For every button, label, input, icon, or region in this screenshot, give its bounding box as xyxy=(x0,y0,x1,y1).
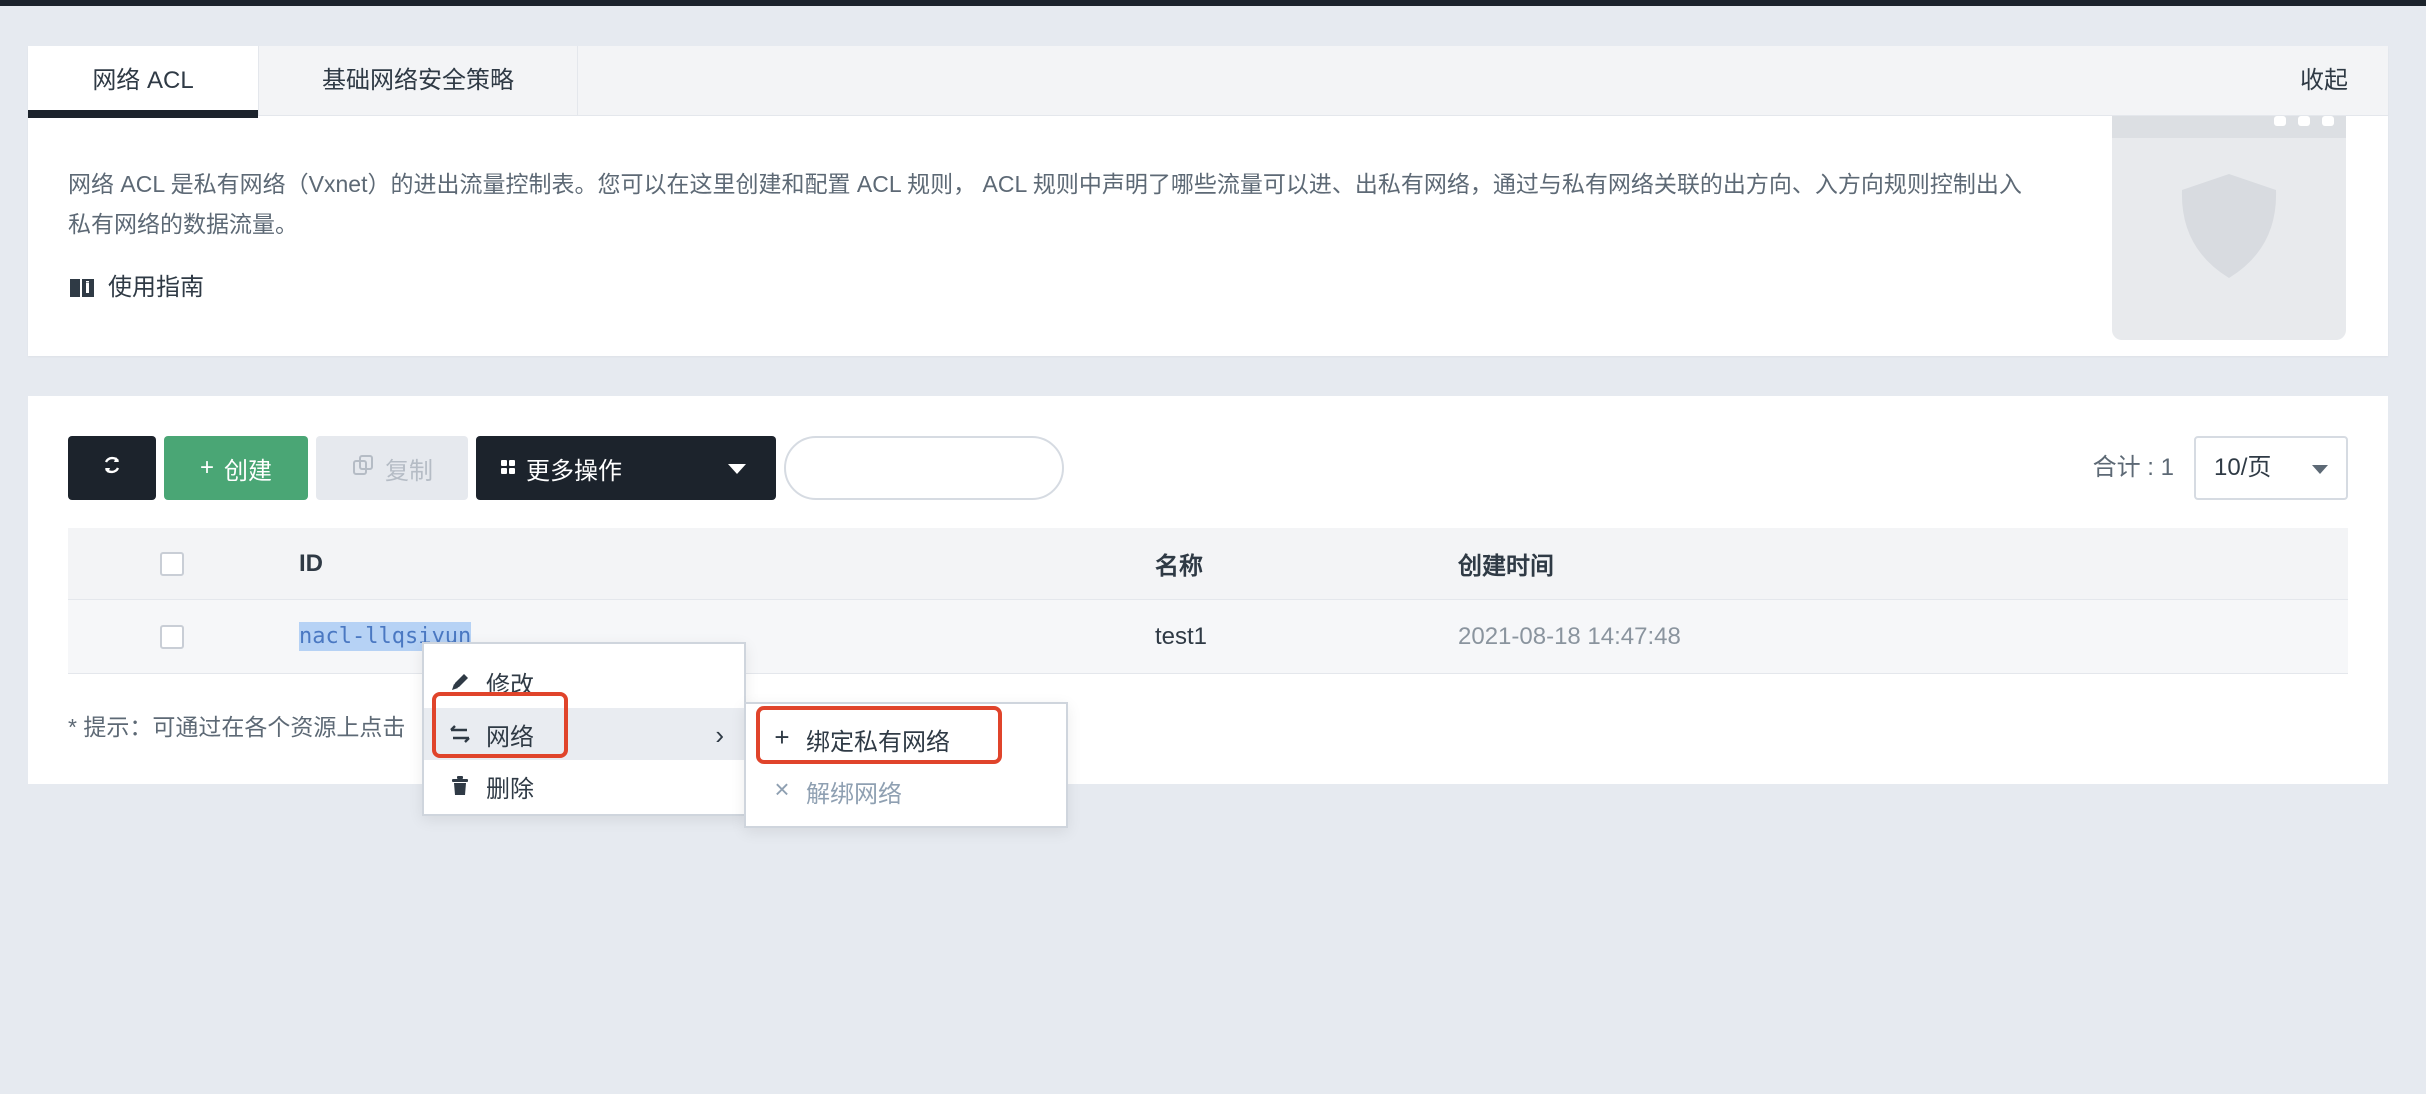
table-row[interactable]: nacl-llqsiyun test1 2021-08-18 14:47:48 xyxy=(68,600,2348,674)
usage-guide-label: 使用指南 xyxy=(108,274,204,301)
menu-item-delete[interactable]: 删除 xyxy=(424,760,744,812)
acl-list-panel: + 创建 复制 更多操作 合计 : 1 10/页 ID 名称 创建时间 nacl… xyxy=(28,396,2388,784)
column-header-created[interactable]: 创建时间 xyxy=(1458,528,1554,599)
chevron-right-icon: › xyxy=(715,720,724,750)
menu-item-edit[interactable]: 修改 xyxy=(424,656,744,708)
intro-description: 网络 ACL 是私有网络（Vxnet）的进出流量控制表。您可以在这里创建和配置 … xyxy=(68,171,2022,237)
x-icon: × xyxy=(774,774,790,804)
search-input[interactable] xyxy=(784,436,1064,500)
page-size-select[interactable]: 10/页 xyxy=(2194,436,2348,500)
menu-item-label: 修改 xyxy=(486,671,534,699)
row-select-cell xyxy=(160,600,184,673)
collapse-link[interactable]: 收起 xyxy=(2300,46,2348,116)
swap-icon xyxy=(448,722,472,746)
acl-table: ID 名称 创建时间 nacl-llqsiyun test1 2021-08-1… xyxy=(68,528,2348,674)
tab-network-acl[interactable]: 网络 ACL xyxy=(28,46,258,118)
chevron-down-icon xyxy=(728,464,746,474)
submenu-item-label: 绑定私有网络 xyxy=(806,728,950,756)
hint-text: * 提示：可通过在各个资源上点击 xyxy=(68,714,406,740)
shield-window-illustration xyxy=(2112,116,2346,340)
select-all-cell xyxy=(160,528,184,599)
create-button[interactable]: + 创建 xyxy=(164,436,308,500)
menu-item-label: 网络 xyxy=(486,723,534,751)
total-count: 合计 : 1 xyxy=(2092,454,2174,481)
select-all-checkbox[interactable] xyxy=(160,551,184,576)
copy-label: 复制 xyxy=(385,457,433,485)
network-submenu: + 绑定私有网络 × 解绑网络 xyxy=(744,702,1068,828)
more-actions-dropdown[interactable]: 更多操作 xyxy=(476,436,776,500)
submenu-item-bind-vxnet[interactable]: + 绑定私有网络 xyxy=(746,714,1066,764)
table-header: ID 名称 创建时间 xyxy=(68,528,2348,600)
more-actions-label: 更多操作 xyxy=(526,457,622,485)
row-checkbox[interactable] xyxy=(160,624,184,649)
page-size-value: 10/页 xyxy=(2214,454,2272,481)
top-bar xyxy=(0,0,2426,6)
copy-button[interactable]: 复制 xyxy=(316,436,468,500)
column-header-name[interactable]: 名称 xyxy=(1155,528,1203,599)
intro-panel: 网络 ACL 基础网络安全策略 收起 网络 ACL 是私有网络（Vxnet）的进… xyxy=(28,46,2388,356)
copy-icon xyxy=(351,453,375,484)
row-created-time: 2021-08-18 14:47:48 xyxy=(1458,622,1681,650)
column-header-id[interactable]: ID xyxy=(299,528,323,599)
menu-item-network[interactable]: 网络 › xyxy=(424,708,744,760)
tab-basic-security-policy[interactable]: 基础网络安全策略 xyxy=(258,46,578,116)
create-label: 创建 xyxy=(224,457,272,485)
plus-icon: + xyxy=(199,454,214,481)
submenu-item-unbind-network[interactable]: × 解绑网络 xyxy=(746,766,1066,816)
refresh-button[interactable] xyxy=(68,436,156,500)
grid-icon xyxy=(500,454,516,482)
usage-guide-link[interactable]: 使用指南 xyxy=(68,268,204,308)
submenu-item-label: 解绑网络 xyxy=(806,780,902,808)
context-menu: 修改 网络 › 删除 xyxy=(422,642,746,816)
book-icon xyxy=(68,274,96,302)
menu-item-label: 删除 xyxy=(486,775,534,803)
row-name: test1 xyxy=(1155,622,1208,650)
tab-bar: 网络 ACL 基础网络安全策略 收起 xyxy=(28,46,2388,118)
refresh-icon xyxy=(101,454,123,483)
trash-icon xyxy=(448,774,472,798)
chevron-down-icon xyxy=(2312,465,2328,474)
plus-icon: + xyxy=(774,722,790,752)
edit-icon xyxy=(448,670,472,694)
